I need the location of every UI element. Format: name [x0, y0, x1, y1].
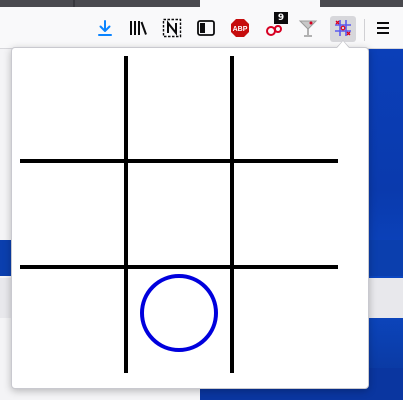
board-cell-6[interactable]: [20, 269, 124, 373]
tic-tac-toe-icon[interactable]: [331, 17, 355, 39]
board-cell-2[interactable]: [234, 56, 338, 160]
board-cell-4[interactable]: [128, 163, 232, 267]
download-icon[interactable]: [93, 17, 117, 39]
tab-strip: [0, 0, 403, 7]
sidebar-icon[interactable]: [194, 17, 218, 39]
tab-separator: [73, 0, 75, 7]
tic-tac-toe-board: [12, 48, 368, 388]
board-cell-3[interactable]: [20, 163, 124, 267]
board-cell-8[interactable]: [234, 269, 338, 373]
library-icon[interactable]: [126, 17, 150, 39]
board-cell-0[interactable]: [20, 56, 124, 160]
extension-badge-count: 9: [274, 12, 288, 24]
tab-selected[interactable]: [200, 0, 320, 7]
toolbar-divider: [364, 19, 365, 41]
hamburger-menu-icon[interactable]: [371, 17, 395, 39]
notion-clipper-icon[interactable]: [160, 17, 184, 39]
adblock-plus-label: ABP: [233, 26, 248, 33]
board-cell-5[interactable]: [234, 163, 338, 267]
adblock-plus-icon[interactable]: ABP: [228, 17, 252, 39]
board-cell-7[interactable]: [128, 269, 232, 373]
board-cell-1[interactable]: [128, 56, 232, 160]
cocktail-icon[interactable]: [296, 17, 320, 39]
popup-arrow-inner: [337, 41, 349, 48]
tic-tac-toe-popup: [11, 47, 369, 389]
